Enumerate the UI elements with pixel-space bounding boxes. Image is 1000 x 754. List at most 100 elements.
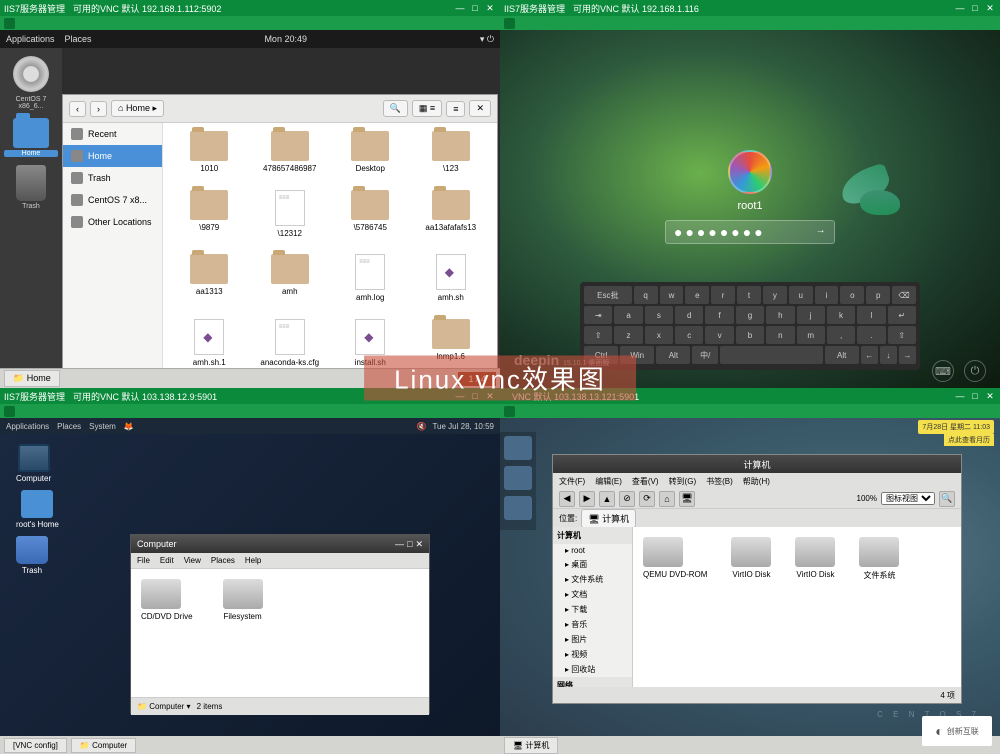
osk-key[interactable]: o — [840, 286, 864, 304]
osk-key[interactable]: x — [645, 326, 673, 344]
desktop[interactable]: Computer root's Home Trash Computer—□✕ F… — [0, 434, 500, 750]
password-input[interactable]: ●●●●●●●● → — [665, 220, 835, 244]
tree-item[interactable]: ▸ 回收站 — [553, 662, 632, 677]
drive-item[interactable]: VirtIO Disk — [731, 537, 771, 579]
up-button[interactable]: ▲ — [599, 491, 615, 507]
osk-key[interactable]: m — [797, 326, 825, 344]
taskbar-computer[interactable]: 🖥 计算机 — [504, 737, 558, 754]
osk-key[interactable]: z — [614, 326, 642, 344]
tree-item[interactable]: ▸ 图片 — [553, 632, 632, 647]
tree-item[interactable]: ▸ 文件系统 — [553, 572, 632, 587]
osk-key[interactable]: v — [705, 326, 733, 344]
menu-item[interactable]: 书签(B) — [706, 476, 733, 487]
menu-item[interactable]: 帮助(H) — [743, 476, 770, 487]
clock[interactable]: Tue Jul 28, 10:59 — [432, 422, 494, 431]
menu-bar[interactable]: 文件(F)编辑(E)查看(V)转到(G)书签(B)帮助(H) — [553, 473, 961, 489]
menu-item[interactable]: 转到(G) — [669, 476, 697, 487]
applications-menu[interactable]: Applications — [6, 422, 49, 431]
sidebar-item-otherlocations[interactable]: Other Locations — [63, 211, 162, 233]
drive-item[interactable]: CD/DVD Drive — [141, 579, 193, 687]
tree-item[interactable]: ▸ 桌面 — [553, 557, 632, 572]
search-button[interactable]: 🔍 — [383, 100, 408, 117]
disc-icon[interactable] — [13, 56, 49, 92]
deepin-lockscreen[interactable]: root1 ●●●●●●●● → Esc批qwertyuiop⌫⇥asdfghj… — [500, 30, 1000, 388]
launcher-home-icon[interactable] — [504, 466, 532, 490]
menu-file[interactable]: File — [137, 556, 150, 565]
power-button[interactable]: ⏻ — [964, 360, 986, 382]
osk-key[interactable]: s — [645, 306, 673, 324]
tree-item[interactable]: ▸ 视频 — [553, 647, 632, 662]
sidebar-tree[interactable]: 计算机▸ root▸ 桌面▸ 文件系统▸ 文档▸ 下载▸ 音乐▸ 图片▸ 视频▸… — [553, 527, 633, 687]
forward-button[interactable]: ▶ — [579, 491, 595, 507]
applications-menu[interactable]: Applications — [6, 34, 55, 44]
menu-view[interactable]: View — [184, 556, 201, 565]
osk-key[interactable] — [720, 346, 822, 364]
file-item[interactable]: \12312 — [252, 190, 329, 251]
menu-help[interactable]: Help — [245, 556, 261, 565]
osk-key[interactable]: ⇧ — [888, 326, 916, 344]
clock-tray[interactable]: 7月28日 星期二 11:03 — [918, 420, 994, 434]
osk-key[interactable]: t — [737, 286, 761, 304]
firefox-icon[interactable]: 🦊 — [124, 422, 134, 431]
bottom-taskbar[interactable]: [VNC config] 📁 Computer — [0, 736, 500, 754]
sidebar-item-home[interactable]: Home — [63, 145, 162, 167]
places-menu[interactable]: Places — [57, 422, 81, 431]
computer-desktop-icon[interactable]: Computer — [16, 444, 51, 483]
osk-key[interactable]: ← — [861, 346, 878, 364]
osk-key[interactable]: Esc批 — [584, 286, 632, 304]
desktop[interactable]: 7月28日 星期二 11:03 点此查看月历 计算机 文件(F)编辑(E)查看(… — [500, 418, 1000, 754]
home-desktop-icon[interactable]: root's Home — [16, 490, 59, 529]
gnome-top-bar[interactable]: Applications Places Mon 20:49 ▾ ⏻ — [0, 30, 500, 48]
osk-key[interactable]: f — [705, 306, 733, 324]
places-menu[interactable]: Places — [65, 34, 92, 44]
reload-button[interactable]: ⟳ — [639, 491, 655, 507]
osk-key[interactable]: Alt — [656, 346, 690, 364]
osk-key[interactable]: , — [827, 326, 855, 344]
minimize-button[interactable]: — — [954, 2, 966, 14]
osk-key[interactable]: u — [789, 286, 813, 304]
menu-bar[interactable]: FileEditViewPlacesHelp — [131, 553, 429, 569]
window-title[interactable]: Computer—□✕ — [131, 535, 429, 553]
drive-item[interactable]: VirtIO Disk — [795, 537, 835, 579]
osk-key[interactable]: Alt — [825, 346, 859, 364]
view-mode-select[interactable]: 图标视图 — [881, 492, 935, 505]
home-folder-icon[interactable] — [13, 118, 49, 148]
hamburger-button[interactable]: ≡ — [446, 101, 465, 117]
osk-key[interactable]: l — [857, 306, 885, 324]
close-icon[interactable]: ✕ — [415, 539, 423, 550]
volume-icon[interactable]: 🔇 — [417, 422, 427, 431]
osk-key[interactable]: 中/ — [692, 346, 718, 364]
osk-key[interactable]: k — [827, 306, 855, 324]
tree-item[interactable]: ▸ root — [553, 544, 632, 557]
menu-item[interactable]: 文件(F) — [559, 476, 585, 487]
tree-item[interactable]: ▸ 文档 — [553, 587, 632, 602]
launcher-trash-icon[interactable] — [504, 496, 532, 520]
taskbar-computer[interactable]: 📁 Computer — [71, 738, 136, 753]
minimize-button[interactable]: — — [454, 2, 466, 14]
osk-key[interactable]: . — [857, 326, 885, 344]
keyboard-toggle-button[interactable]: ⌨ — [932, 360, 954, 382]
osk-key[interactable]: h — [766, 306, 794, 324]
osk-key[interactable]: ⇧ — [584, 326, 612, 344]
submit-arrow-icon[interactable]: → — [814, 225, 830, 241]
location-dropdown[interactable]: 📁 Computer ▾ — [137, 702, 191, 711]
sidebar-item-recent[interactable]: Recent — [63, 123, 162, 145]
file-item[interactable]: amh.log — [332, 254, 409, 315]
launcher-computer-icon[interactable] — [504, 436, 532, 460]
osk-key[interactable]: y — [763, 286, 787, 304]
file-area[interactable]: CD/DVD DriveFilesystem — [131, 569, 429, 697]
osk-key[interactable]: p — [866, 286, 890, 304]
close-button[interactable]: ✕ — [984, 390, 996, 402]
minimize-button[interactable]: — — [954, 390, 966, 402]
osk-key[interactable]: ⌫ — [892, 286, 916, 304]
osk-key[interactable]: g — [736, 306, 764, 324]
back-button[interactable]: ‹ — [69, 101, 86, 117]
stop-button[interactable]: ⊘ — [619, 491, 635, 507]
path-home-chip[interactable]: ⌂ Home ▸ — [111, 100, 164, 117]
osk-key[interactable]: q — [634, 286, 658, 304]
file-item[interactable]: 478657486987 — [252, 131, 329, 186]
file-grid[interactable]: 1010478657486987Desktop\123\9879\12312\5… — [163, 123, 497, 387]
tree-item[interactable]: ▸ 下载 — [553, 602, 632, 617]
file-item[interactable]: aa13afafafs13 — [413, 190, 490, 251]
mate-top-panel[interactable]: Applications Places System 🦊 🔇Tue Jul 28… — [0, 418, 500, 434]
